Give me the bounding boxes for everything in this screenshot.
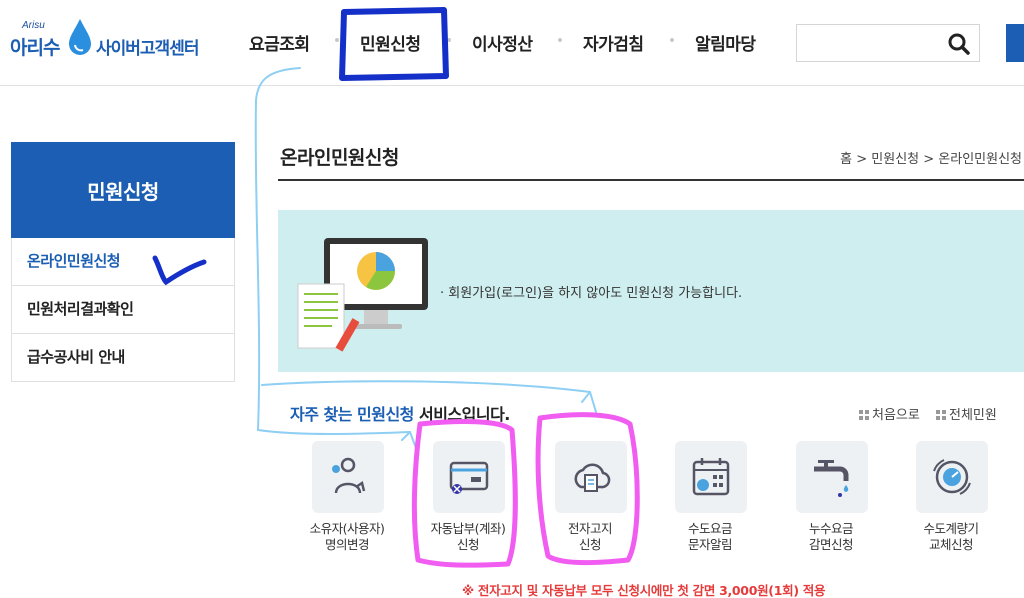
service-leak-reduction[interactable]: 누수요금 감면신청 bbox=[779, 441, 883, 561]
sidebar-title: 민원신청 bbox=[11, 142, 235, 238]
service-icon-box bbox=[312, 441, 384, 513]
nav-fee-inquiry[interactable]: 요금조회 bbox=[249, 30, 310, 55]
banner-note: · 회원가입(로그인)을 하지 않아도 민원신청 가능합니다. bbox=[440, 286, 743, 301]
service-icon-box bbox=[555, 441, 627, 513]
card-icon bbox=[449, 461, 489, 494]
menu-button[interactable] bbox=[1006, 24, 1024, 62]
service-label-line1: 전자고지 bbox=[567, 521, 613, 536]
all-services-link[interactable]: 전체민원 bbox=[936, 404, 997, 423]
cloud-document-icon bbox=[574, 463, 611, 492]
service-icon-box bbox=[433, 441, 505, 513]
service-sms-alert[interactable]: 수도요금 문자알림 bbox=[658, 441, 762, 561]
search-box bbox=[796, 24, 980, 62]
service-owner-change[interactable]: 소유자(사용자) 명의변경 bbox=[295, 441, 399, 561]
service-label-line2: 문자알림 bbox=[687, 537, 733, 552]
info-banner: · 회원가입(로그인)을 하지 않아도 민원신청 가능합니다. bbox=[278, 210, 1024, 372]
service-icon-box bbox=[675, 441, 747, 513]
nav-move-settlement[interactable]: 이사정산 bbox=[472, 30, 533, 55]
first-link-label: 처음으로 bbox=[872, 408, 920, 423]
service-label-line1: 자동납부(계좌) bbox=[430, 521, 506, 536]
grid-icon bbox=[859, 410, 869, 420]
title-divider bbox=[278, 179, 1024, 181]
service-label-line1: 소유자(사용자) bbox=[309, 521, 385, 536]
grid-icon bbox=[936, 410, 946, 420]
nav-civil-request[interactable]: 민원신청 bbox=[360, 30, 421, 55]
all-services-label: 전체민원 bbox=[949, 408, 997, 423]
search-input[interactable] bbox=[803, 31, 943, 55]
person-change-icon bbox=[332, 457, 366, 494]
service-icon-box bbox=[796, 441, 868, 513]
service-meter-replace[interactable]: 수도계량기 교체신청 bbox=[899, 441, 1003, 561]
service-label-line2: 교체신청 bbox=[928, 537, 974, 552]
nav-self-meter-reading[interactable]: 자가검침 bbox=[583, 30, 644, 55]
sidebar-item-online-request[interactable]: 온라인민원신청 bbox=[11, 238, 235, 286]
service-label-line1: 수도계량기 bbox=[923, 521, 979, 536]
service-icon-box bbox=[916, 441, 988, 513]
breadcrumb: 홈 > 민원신청 > 온라인민원신청 bbox=[840, 152, 1022, 167]
service-label-line1: 수도요금 bbox=[687, 521, 733, 536]
sidebar-item-construction-fee[interactable]: 급수공사비 안내 bbox=[11, 334, 235, 382]
calendar-icon bbox=[692, 458, 730, 496]
frequent-services-title: 자주 찾는 민원신청 서비스입니다. bbox=[290, 401, 510, 425]
service-label-line2: 감면신청 bbox=[808, 537, 854, 552]
frequent-title-highlight: 자주 찾는 민원신청 bbox=[290, 405, 414, 424]
service-label-line2: 명의변경 bbox=[324, 537, 370, 552]
nav-separator bbox=[558, 38, 562, 42]
service-label-line2: 신청 bbox=[456, 537, 480, 552]
sidebar-item-result-check[interactable]: 민원처리결과확인 bbox=[11, 286, 235, 334]
meter-icon bbox=[933, 459, 971, 495]
logo-text-right: 사이버고객센터 bbox=[96, 39, 199, 59]
monitor-chart-illustration bbox=[297, 238, 428, 352]
logo-text-left: 아리수 bbox=[10, 37, 60, 59]
nav-separator bbox=[335, 38, 339, 42]
search-icon[interactable] bbox=[947, 32, 971, 56]
water-drop-icon bbox=[69, 19, 91, 55]
discount-notice: ※ 전자고지 및 자동납부 모두 신청시에만 첫 감면 3,000원(1회) 적… bbox=[462, 583, 826, 598]
logo-sub: Arisu bbox=[22, 20, 45, 31]
site-header: Arisu 아리수 사이버고객센터 요금조회 민원신청 이사정산 자가검침 알림… bbox=[0, 0, 1024, 86]
service-label-line2: 신청 bbox=[578, 537, 602, 552]
site-logo[interactable]: Arisu 아리수 사이버고객센터 bbox=[10, 17, 210, 65]
nav-separator bbox=[670, 38, 674, 42]
service-e-notice[interactable]: 전자고지 신청 bbox=[538, 441, 642, 561]
first-link[interactable]: 처음으로 bbox=[859, 404, 920, 423]
nav-notice-board[interactable]: 알림마당 bbox=[695, 30, 756, 55]
nav-separator bbox=[447, 38, 451, 42]
service-auto-payment[interactable]: 자동납부(계좌) 신청 bbox=[416, 441, 520, 561]
service-label-line1: 누수요금 bbox=[808, 521, 854, 536]
page-title: 온라인민원신청 bbox=[280, 147, 399, 169]
faucet-icon bbox=[814, 460, 849, 497]
frequent-title-rest: 서비스입니다. bbox=[413, 405, 510, 424]
